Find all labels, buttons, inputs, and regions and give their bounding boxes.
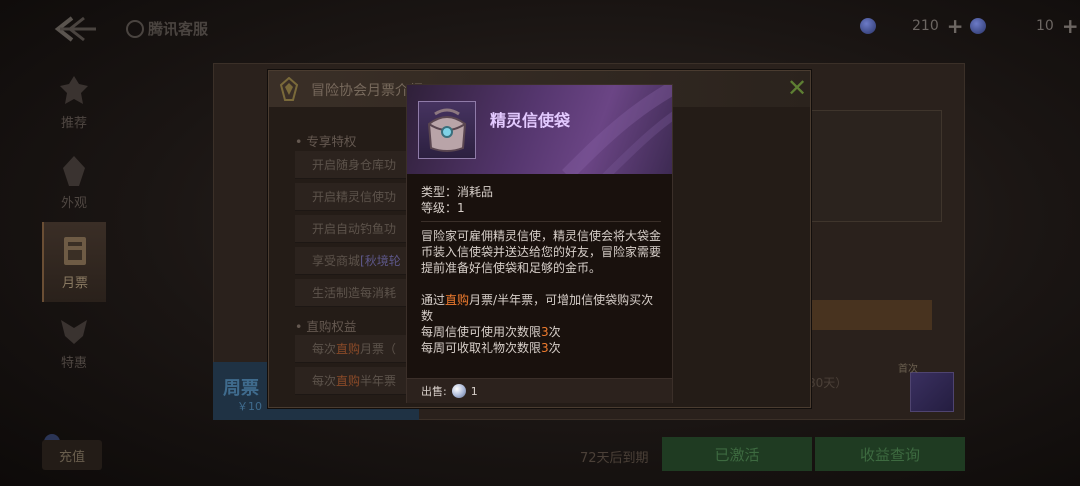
game-screen: 腾讯客服 210 + 10 + 推荐 外观 月票 特惠 充值 周票 ￥10 80… [0,0,1080,486]
section-exclusive: 专享特权 [295,131,356,150]
earnings-query-button[interactable]: 收益查询 [815,437,965,471]
nav-item-recommend[interactable]: 推荐 [42,62,106,142]
monthly-ticket-icon [64,236,86,265]
plus-icon[interactable]: + [947,16,964,36]
purchase-note: 通过直购月票/半年票，可增加信使袋购买次数 [421,292,661,324]
left-nav: 推荐 外观 月票 特惠 [42,62,106,382]
decorative-streak [562,85,672,174]
expire-text: 72天后到期 [580,451,649,466]
item-name: 精灵信使袋 [490,111,571,130]
messenger-bag-icon [427,108,467,152]
nav-item-appearance[interactable]: 外观 [42,142,106,222]
limit-text: 次 [548,325,561,339]
plus-icon[interactable]: + [1062,16,1079,36]
brand-text: 腾讯客服 [148,20,209,38]
row-text: 享受商城 [312,254,361,268]
sell-price-row: 出售: 1 [407,378,672,403]
limit-text: 每周可收取礼物次数限 [421,341,542,355]
nav-label: 推荐 [60,115,87,131]
special-offer-icon [61,319,87,344]
row-text: 每次 [312,374,337,388]
item-slot [418,101,476,159]
row-highlight: 直购 [336,342,361,356]
section-direct-purchase: 直购权益 [295,316,356,335]
gem-icon [970,18,986,34]
sell-label: 出售: [421,385,447,398]
currency-2-amount: 10 [1036,18,1054,34]
limit-value: 3 [541,325,549,339]
brand-logo[interactable]: 腾讯客服 [126,18,208,39]
gem-icon [860,18,876,34]
note-highlight: 直购 [445,293,470,307]
divider [421,221,661,222]
activated-button[interactable]: 已激活 [662,437,812,471]
weekly-receive-limit: 每周可收取礼物次数限3次 [421,340,661,356]
note-text: 通过 [421,293,446,307]
limit-text: 每周信使可使用次数限 [421,325,542,339]
item-description: 冒险家可雇佣精灵信使，精灵信使会将大袋金币装入信使袋并送达给您的好友，冒险家需要… [421,229,662,275]
weekly-use-limit: 每周信使可使用次数限3次 [421,324,661,340]
silver-coin-icon [451,384,466,398]
recommend-icon [60,75,88,104]
limit-value: 3 [541,341,549,355]
row-text: 半年票 [360,374,397,388]
recharge-button[interactable]: 充值 [42,440,102,470]
tooltip-body: 类型：消耗品 等级：1 冒险家可雇佣精灵信使，精灵信使会将大袋金币装入信使袋并送… [421,184,661,356]
row-text: 每次 [312,342,337,356]
nav-item-monthly-ticket[interactable]: 月票 [42,222,106,302]
limit-text: 次 [548,341,561,355]
duration-text: 80天） [808,376,848,390]
row-text: 月票（ [360,342,397,356]
sell-price: 1 [470,384,478,398]
row-highlight: [秋境轮 [360,254,401,268]
row-highlight: 直购 [336,374,361,388]
item-tooltip: 精灵信使袋 类型：消耗品 等级：1 冒险家可雇佣精灵信使，精灵信使会将大袋金币装… [406,84,673,403]
first-purchase-tag: 首次 [898,364,918,375]
appearance-icon [63,155,85,186]
nav-label: 月票 [61,275,88,291]
currency-2: 10 + [970,16,1079,36]
currency-1-amount: 210 [912,18,939,34]
guild-emblem-icon [279,77,299,101]
nav-item-special-offer[interactable]: 特惠 [42,302,106,382]
tooltip-header: 精灵信使袋 [407,85,672,174]
nav-label: 特惠 [60,355,87,371]
weekly-ticket-label: 周票 [223,378,259,399]
weekly-ticket-price: ￥10 [237,400,262,413]
top-bar: 腾讯客服 210 + 10 + [0,0,1080,58]
gift-pack-icon[interactable] [910,372,954,412]
item-level: 等级：1 [421,201,465,215]
nav-label: 外观 [60,195,87,211]
brand-icon [126,19,144,38]
close-icon[interactable]: ✕ [785,76,809,100]
currency-1: 210 + [860,16,964,36]
back-arrow-icon[interactable] [52,14,98,44]
item-type: 类型：消耗品 [421,185,494,199]
